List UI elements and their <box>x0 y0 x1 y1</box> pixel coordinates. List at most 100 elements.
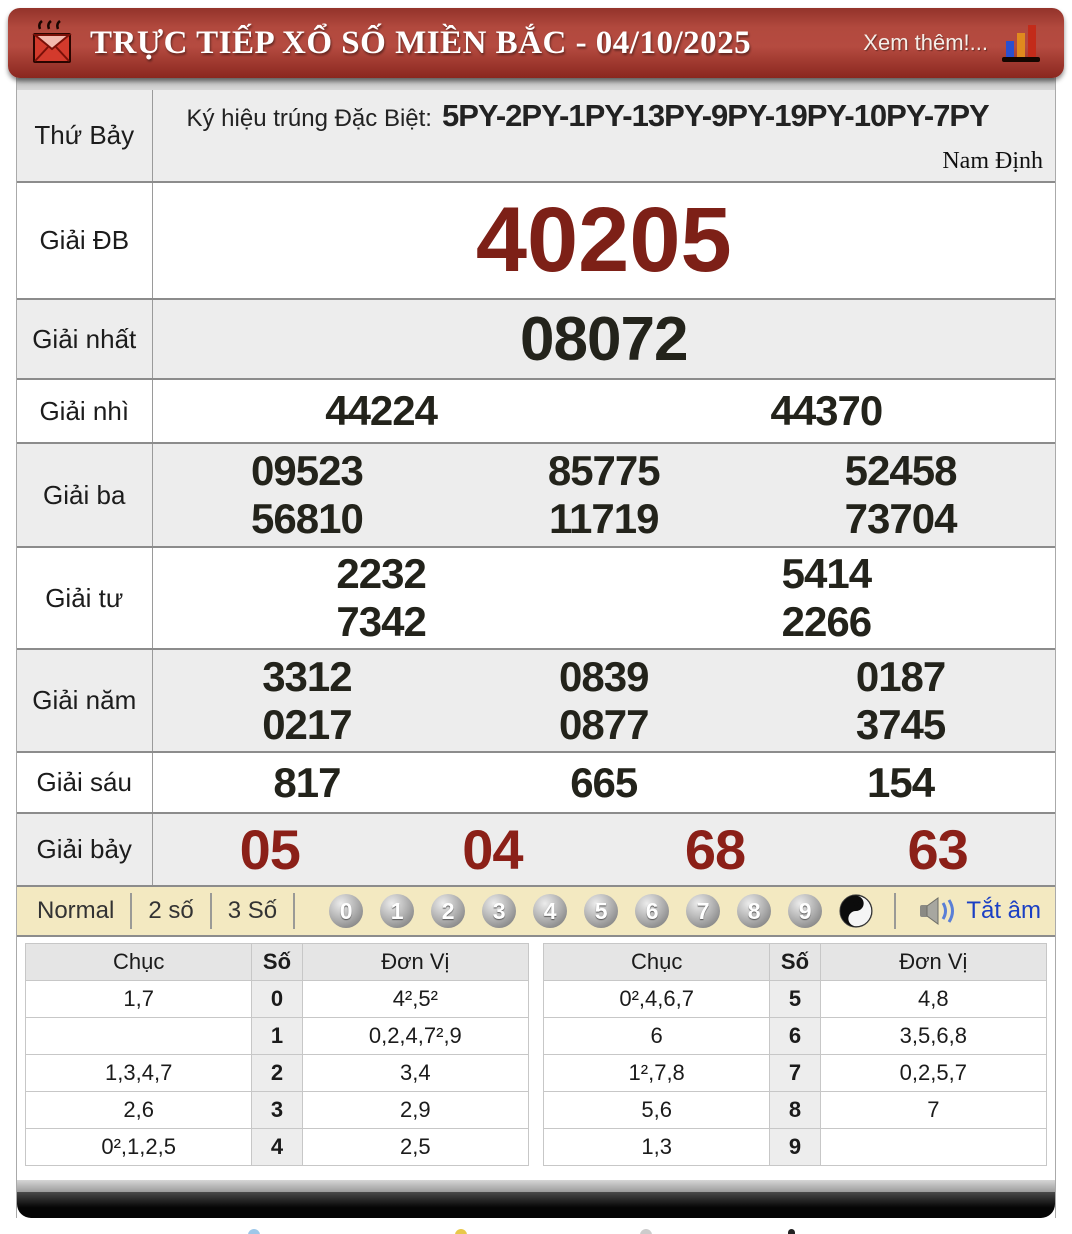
digit-value: 6 <box>770 1018 820 1055</box>
prize-number: 0877 <box>455 701 752 749</box>
prize-row-seventh: Giải bảy 05 04 68 63 <box>17 813 1055 886</box>
prize-row-sixth: Giải sáu 817 665 154 <box>17 752 1055 813</box>
ball-7[interactable]: 7 <box>686 894 720 928</box>
prize-number: 3312 <box>159 653 456 701</box>
day-label: Thứ Bảy <box>17 90 152 182</box>
chuc-value: 5,6 <box>544 1092 770 1129</box>
page-title: TRỰC TIẾP XỔ SỐ MIỀN BẮC - 04/10/2025 <box>90 25 751 62</box>
prize-label: Giải tư <box>17 547 152 649</box>
mute-button[interactable]: Tắt âm <box>966 897 1041 925</box>
prize-label: Giải nhì <box>17 379 152 443</box>
sound-controls: Tắt âm <box>894 893 1041 929</box>
ball-6[interactable]: 6 <box>635 894 669 928</box>
mode-3-digits[interactable]: 3 Số <box>212 897 293 925</box>
bar-chart-icon[interactable] <box>1000 21 1042 65</box>
prize-row-fifth: Giải năm 3312 0839 0187 0217 0877 3745 <box>17 649 1055 752</box>
cutoff-icon <box>248 1229 260 1234</box>
toolbar-divider <box>894 893 896 929</box>
chuc-value: 1,3,4,7 <box>26 1055 252 1092</box>
donvi-value: 0,2,5,7 <box>820 1055 1046 1092</box>
sign-row: Thứ Bảy Ký hiệu trúng Đặc Biệt: 5PY-2PY-… <box>17 90 1055 182</box>
donvi-value: 0,2,4,7²,9 <box>302 1018 528 1055</box>
yin-yang-icon[interactable] <box>839 894 873 928</box>
stats-row: 0²,1,2,5 4 2,5 <box>26 1129 529 1166</box>
stats-row: 1,3,4,7 2 3,4 <box>26 1055 529 1092</box>
province-name: Nam Định <box>153 134 1056 181</box>
prize-row-fourth: Giải tư 2232 5414 7342 2266 <box>17 547 1055 649</box>
digit-value: 7 <box>770 1055 820 1092</box>
prize-row-special: Giải ĐB 40205 <box>17 182 1055 299</box>
ball-9[interactable]: 9 <box>788 894 822 928</box>
prize-label: Giải nhất <box>17 299 152 379</box>
prize-number: 52458 <box>752 447 1049 495</box>
chuc-value: 1,7 <box>26 981 252 1018</box>
donvi-value: 3,5,6,8 <box>820 1018 1046 1055</box>
results-panel: Thứ Bảy Ký hiệu trúng Đặc Biệt: 5PY-2PY-… <box>16 72 1056 1218</box>
prize-label: Giải ĐB <box>17 182 152 299</box>
toolbar: Normal 2 số 3 Số 0 1 2 3 4 5 6 7 8 9 <box>17 887 1055 937</box>
digit-value: 1 <box>252 1018 302 1055</box>
cutoff-icon <box>640 1229 652 1234</box>
digit-value: 8 <box>770 1092 820 1129</box>
stats-row: 5,6 8 7 <box>544 1092 1047 1129</box>
prize-number: 665 <box>455 759 752 807</box>
stats-row: 1,7 0 4²,5² <box>26 981 529 1018</box>
header-bar: TRỰC TIẾP XỔ SỐ MIỀN BẮC - 04/10/2025 Xe… <box>8 8 1064 78</box>
mode-normal[interactable]: Normal <box>31 897 130 925</box>
ball-3[interactable]: 3 <box>482 894 516 928</box>
chuc-value: 0²,1,2,5 <box>26 1129 252 1166</box>
prize-number: 40205 <box>159 188 1050 293</box>
stats-row: 0²,4,6,7 5 4,8 <box>544 981 1047 1018</box>
prize-number: 05 <box>159 817 382 882</box>
prize-row-first: Giải nhất 08072 <box>17 299 1055 379</box>
stats-header-row: Chục Số Đơn Vị <box>544 944 1047 981</box>
envelope-icon <box>30 19 74 67</box>
ball-5[interactable]: 5 <box>584 894 618 928</box>
prize-number: 73704 <box>752 495 1049 543</box>
donvi-value: 7 <box>820 1092 1046 1129</box>
lottery-page: TRỰC TIẾP XỔ SỐ MIỀN BẮC - 04/10/2025 Xe… <box>0 0 1072 1234</box>
mode-2-digits[interactable]: 2 số <box>132 897 209 925</box>
ball-1[interactable]: 1 <box>380 894 414 928</box>
speaker-icon[interactable] <box>918 895 958 927</box>
digit-value: 9 <box>770 1129 820 1166</box>
toolbar-divider <box>293 893 295 929</box>
see-more-link[interactable]: Xem thêm!... <box>863 30 988 56</box>
ball-4[interactable]: 4 <box>533 894 567 928</box>
stats-header-row: Chục Số Đơn Vị <box>26 944 529 981</box>
prize-number: 7342 <box>159 598 604 646</box>
chuc-value <box>26 1018 252 1055</box>
prize-number: 44224 <box>159 387 604 435</box>
stats-row: 1 0,2,4,7²,9 <box>26 1018 529 1055</box>
footer-gray-strip <box>17 1180 1055 1192</box>
donvi-value: 3,4 <box>302 1055 528 1092</box>
prize-number: 154 <box>752 759 1049 807</box>
stats-section: Chục Số Đơn Vị 1,7 0 4²,5² 1 0,2,4,7²,9 … <box>17 937 1055 1180</box>
digit-value: 2 <box>252 1055 302 1092</box>
prize-number: 2232 <box>159 550 604 598</box>
prize-number: 5414 <box>604 550 1049 598</box>
prize-number: 09523 <box>159 447 456 495</box>
ball-2[interactable]: 2 <box>431 894 465 928</box>
digit-value: 3 <box>252 1092 302 1129</box>
stats-row: 6 6 3,5,6,8 <box>544 1018 1047 1055</box>
stats-row: 2,6 3 2,9 <box>26 1092 529 1129</box>
digit-value: 4 <box>252 1129 302 1166</box>
chuc-value: 1,3 <box>544 1129 770 1166</box>
chuc-value: 6 <box>544 1018 770 1055</box>
prize-number: 56810 <box>159 495 456 543</box>
col-header-so: Số <box>770 944 820 981</box>
chuc-value: 0²,4,6,7 <box>544 981 770 1018</box>
ball-0[interactable]: 0 <box>329 894 363 928</box>
chuc-value: 2,6 <box>26 1092 252 1129</box>
prize-row-third: Giải ba 09523 85775 52458 56810 11719 73… <box>17 443 1055 547</box>
donvi-value <box>820 1129 1046 1166</box>
cutoff-icon <box>788 1229 795 1234</box>
footer-black-bar <box>17 1192 1055 1218</box>
sign-label: Ký hiệu trúng Đặc Biệt: <box>187 105 432 133</box>
cutoff-icon <box>455 1229 467 1234</box>
prize-label: Giải bảy <box>17 813 152 886</box>
ball-8[interactable]: 8 <box>737 894 771 928</box>
col-header-so: Số <box>252 944 302 981</box>
prize-number: 11719 <box>455 495 752 543</box>
